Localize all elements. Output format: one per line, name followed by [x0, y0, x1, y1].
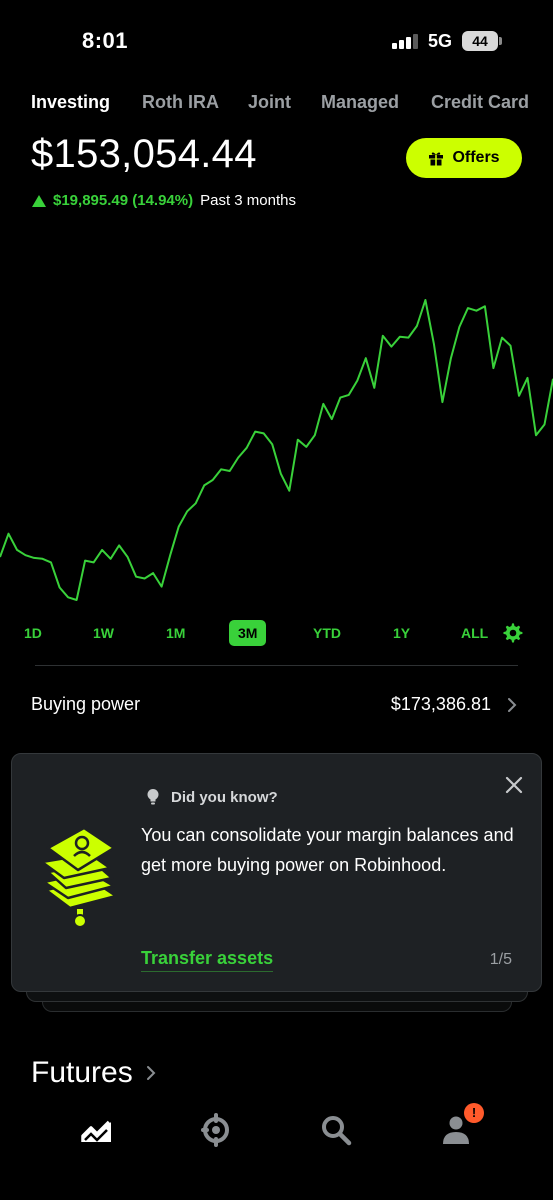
range-1d[interactable]: 1D: [24, 620, 42, 646]
offers-label: Offers: [452, 149, 500, 166]
chart-series-line: [0, 299, 553, 601]
tab-joint[interactable]: Joint: [248, 92, 291, 113]
gift-icon: [429, 152, 444, 166]
notification-badge: !: [464, 1103, 484, 1123]
tab-investing[interactable]: Investing: [31, 92, 110, 113]
card-page-indicator: 1/5: [489, 951, 512, 968]
did-you-know-card[interactable]: Did you know? You can consolidate your m…: [11, 753, 542, 992]
did-you-know-row: Did you know?: [146, 788, 278, 806]
change-period: Past 3 months: [200, 192, 296, 209]
buying-power-label: Buying power: [31, 694, 141, 714]
change-row: $19,895.49 (14.94%) Past 3 months: [32, 192, 296, 209]
chevron-right-icon: [146, 1066, 156, 1080]
arrow-up-icon: [32, 194, 46, 207]
card-body-text: You can consolidate your margin balances…: [141, 825, 514, 875]
battery-tip: [499, 37, 502, 45]
gear-icon[interactable]: [502, 622, 524, 644]
status-time: 8:01: [82, 28, 129, 53]
range-1y[interactable]: 1Y: [393, 620, 410, 646]
close-icon[interactable]: [502, 773, 526, 797]
account-tabs: Investing Roth IRA Joint Managed Credit …: [31, 92, 553, 116]
portfolio-chart[interactable]: [0, 240, 553, 620]
offers-button[interactable]: Offers: [406, 138, 522, 178]
range-1w[interactable]: 1W: [93, 620, 114, 646]
tab-roth-ira[interactable]: Roth IRA: [142, 92, 219, 113]
portfolio-value: $153,054.44: [31, 132, 257, 176]
change-value: $19,895.49 (14.94%): [53, 192, 194, 209]
chevron-right-icon: [508, 698, 517, 712]
signal-icon: [392, 33, 420, 49]
did-you-know-label: Did you know?: [171, 788, 278, 806]
investing-icon[interactable]: [79, 1112, 115, 1148]
range-3m[interactable]: 3M: [229, 620, 267, 646]
lightbulb-icon: [147, 789, 159, 805]
range-1m[interactable]: 1M: [166, 620, 185, 646]
futures-label: Futures: [31, 1056, 133, 1089]
tab-managed[interactable]: Managed: [321, 92, 399, 113]
tab-credit-card[interactable]: Credit Card: [431, 92, 529, 113]
range-ytd[interactable]: YTD: [313, 620, 341, 646]
buying-power-row[interactable]: Buying power $173,386.81: [31, 690, 523, 720]
battery-icon: 44: [462, 31, 498, 51]
range-selector: 1D 1W 1M 3M YTD 1Y ALL: [0, 620, 553, 648]
range-all[interactable]: ALL: [461, 620, 488, 646]
crypto-icon[interactable]: [198, 1112, 234, 1148]
transfer-assets-link[interactable]: Transfer assets: [141, 948, 274, 972]
futures-section-header[interactable]: Futures: [31, 1056, 157, 1090]
divider: [35, 665, 518, 666]
network-type: 5G: [428, 31, 453, 51]
search-icon[interactable]: [318, 1112, 354, 1148]
buying-power-value: $173,386.81: [390, 694, 491, 714]
paper-stack-illustration: [40, 826, 118, 928]
status-bar: 8:01 5G 44: [0, 0, 553, 80]
